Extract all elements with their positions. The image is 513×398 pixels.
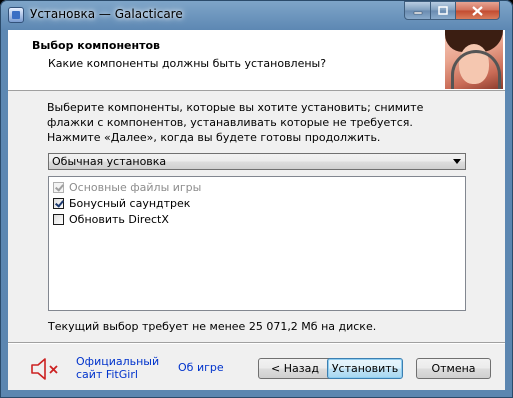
disk-space-requirement: Текущий выбор требует не менее 25 071,2 … bbox=[48, 320, 377, 333]
fitgirl-site-link[interactable]: Официальный сайт FitGirl bbox=[76, 355, 166, 381]
component-label: Основные файлы игры bbox=[69, 180, 202, 194]
checkbox-core-files[interactable] bbox=[53, 181, 64, 193]
title-bar[interactable]: Установка — Galacticare bbox=[0, 0, 513, 30]
maximize-button[interactable] bbox=[430, 1, 456, 20]
checkbox-directx[interactable] bbox=[53, 213, 64, 225]
install-type-value: Обычная установка bbox=[52, 155, 167, 168]
component-item-core-files[interactable]: Основные файлы игры bbox=[53, 179, 201, 195]
window-title: Установка — Galacticare bbox=[30, 7, 183, 21]
about-game-link[interactable]: Об игре bbox=[178, 361, 224, 374]
header-banner-image bbox=[445, 30, 503, 89]
wizard-client-area: Выбор компонентов Какие компоненты должн… bbox=[8, 30, 505, 390]
setup-app-icon bbox=[8, 7, 24, 23]
wizard-header: Выбор компонентов Какие компоненты должн… bbox=[8, 30, 505, 91]
close-icon bbox=[472, 5, 483, 16]
minimize-icon bbox=[413, 11, 422, 14]
component-item-directx[interactable]: Обновить DirectX bbox=[53, 211, 169, 227]
back-button[interactable]: < Назад bbox=[258, 358, 332, 379]
install-button[interactable]: Установить bbox=[327, 358, 403, 379]
cancel-button[interactable]: Отмена bbox=[416, 358, 491, 379]
minimize-button[interactable] bbox=[404, 1, 431, 20]
page-title: Выбор компонентов bbox=[32, 39, 160, 52]
page-subtitle: Какие компоненты должны быть установлены… bbox=[48, 57, 327, 70]
sound-muted-icon[interactable] bbox=[30, 356, 62, 382]
maximize-icon bbox=[438, 6, 448, 15]
instructions-text: Выберите компоненты, которые вы хотите у… bbox=[47, 101, 424, 144]
chevron-down-icon[interactable] bbox=[453, 159, 461, 164]
install-type-dropdown[interactable]: Обычная установка bbox=[48, 153, 466, 170]
checkbox-bonus-soundtrack[interactable] bbox=[53, 197, 64, 209]
close-button[interactable] bbox=[455, 1, 500, 20]
installer-window: Установка — Galacticare Выбор компоненто… bbox=[0, 0, 513, 398]
footer-divider bbox=[8, 342, 505, 344]
components-list[interactable]: Основные файлы игры Бонусный саундтрек О… bbox=[48, 176, 466, 311]
component-item-bonus-soundtrack[interactable]: Бонусный саундтрек bbox=[53, 195, 190, 211]
component-label: Обновить DirectX bbox=[69, 212, 169, 226]
component-label: Бонусный саундтрек bbox=[69, 196, 191, 210]
